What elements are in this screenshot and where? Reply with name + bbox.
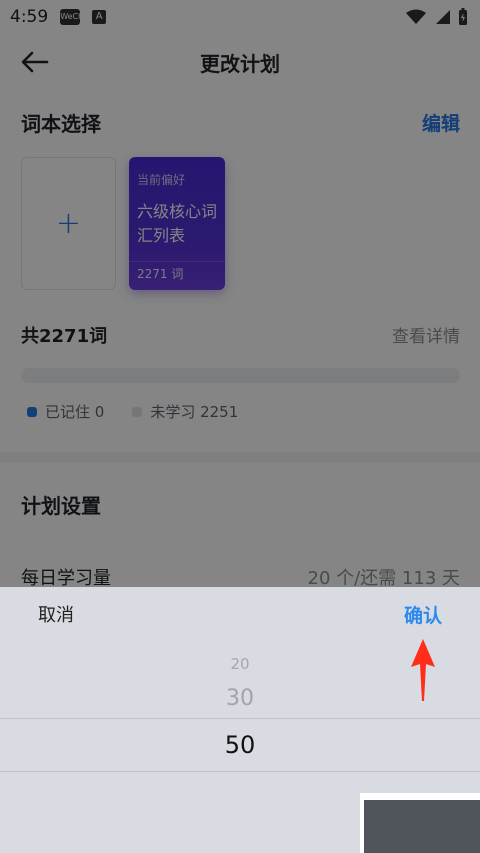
cancel-button[interactable]: 取消 xyxy=(38,601,74,627)
thumbnail-image xyxy=(364,800,480,853)
picker-selection-top-line xyxy=(0,718,480,719)
annotation-arrow-icon xyxy=(411,639,435,701)
picker-selection-bottom-line xyxy=(0,771,480,772)
thumbnail-overlay xyxy=(360,793,480,853)
picker-selected-option[interactable]: 50 xyxy=(0,731,480,759)
picker-header: 取消 确认 xyxy=(0,587,480,641)
confirm-button[interactable]: 确认 xyxy=(404,601,442,628)
